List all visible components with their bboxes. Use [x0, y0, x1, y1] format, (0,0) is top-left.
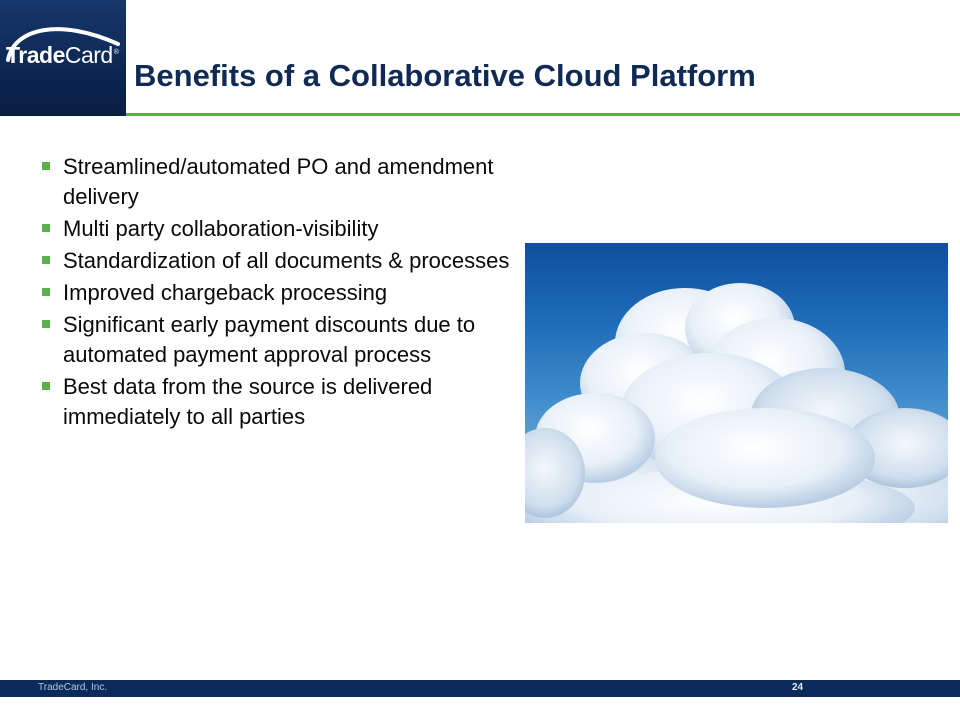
square-bullet-icon	[42, 288, 50, 296]
logo-wordmark: TradeCard®	[6, 42, 119, 69]
bullet-item: Significant early payment discounts due …	[40, 310, 520, 370]
square-bullet-icon	[42, 382, 50, 390]
bullet-text: Improved chargeback processing	[63, 280, 388, 305]
title-divider	[126, 113, 960, 116]
square-bullet-icon	[42, 256, 50, 264]
benefits-list: Streamlined/automated PO and amendment d…	[40, 152, 520, 434]
footer-company: TradeCard, Inc.	[38, 682, 108, 693]
bullet-text: Significant early payment discounts due …	[63, 312, 476, 367]
bullet-item: Best data from the source is delivered i…	[40, 372, 520, 432]
page-number: 24	[792, 682, 804, 693]
bullet-text: Multi party collaboration-visibility	[63, 216, 379, 241]
bullet-item: Multi party collaboration-visibility	[40, 214, 520, 244]
slide-title: Benefits of a Collaborative Cloud Platfo…	[134, 58, 756, 93]
cloud-icon	[525, 283, 948, 523]
square-bullet-icon	[42, 162, 50, 170]
logo-word-trade: Trade	[6, 42, 65, 68]
footer-bar: TradeCard, Inc. 24	[0, 680, 960, 697]
bullet-item: Streamlined/automated PO and amendment d…	[40, 152, 520, 212]
logo-registered: ®	[113, 49, 119, 57]
square-bullet-icon	[42, 320, 50, 328]
square-bullet-icon	[42, 224, 50, 232]
bullet-text: Standardization of all documents & proce…	[63, 248, 510, 273]
logo-word-card: Card	[64, 42, 113, 68]
bullet-item: Improved chargeback processing	[40, 278, 520, 308]
tradecard-logo: TradeCard®	[0, 0, 126, 116]
bullet-text: Best data from the source is delivered i…	[63, 374, 433, 429]
bullet-item: Standardization of all documents & proce…	[40, 246, 520, 276]
cloud-photo	[525, 243, 948, 523]
bullet-text: Streamlined/automated PO and amendment d…	[63, 154, 494, 209]
